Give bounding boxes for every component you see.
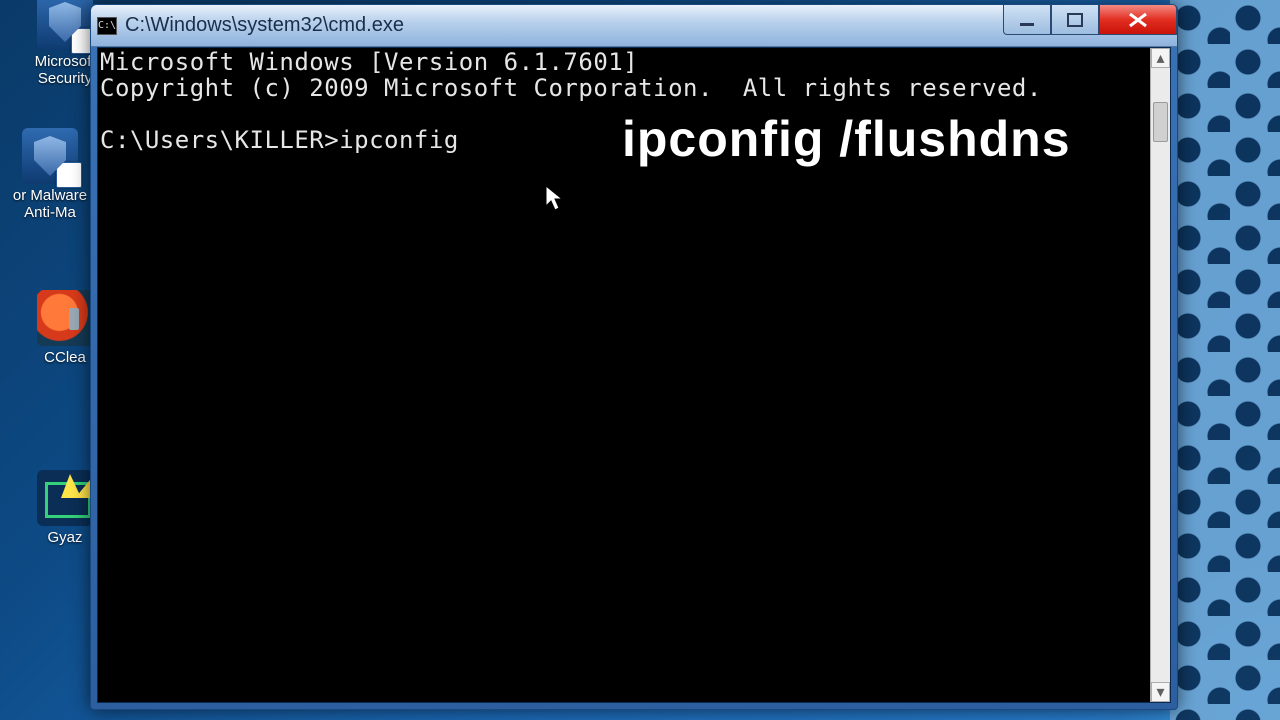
terminal[interactable]: Microsoft Windows [Version 6.1.7601] Cop… (98, 48, 1150, 702)
scroll-track[interactable] (1151, 68, 1170, 682)
minimize-button[interactable] (1003, 5, 1051, 35)
window-title: C:\Windows\system32\cmd.exe (125, 14, 404, 37)
scroll-thumb[interactable] (1153, 102, 1168, 142)
scroll-up-button[interactable]: ▴ (1151, 48, 1170, 68)
desktop-background: Microsoft Security or Malware Anti-Ma CC… (0, 0, 1280, 720)
terminal-command: ipconfig (339, 126, 459, 154)
desktop-pattern (1170, 0, 1280, 720)
vertical-scrollbar[interactable]: ▴ ▾ (1150, 48, 1170, 702)
titlebar[interactable]: C:\ C:\Windows\system32\cmd.exe (91, 5, 1177, 47)
shield-icon (37, 0, 93, 50)
terminal-prompt: C:\Users\KILLER> (100, 126, 339, 154)
chevron-down-icon: ▾ (1156, 682, 1164, 702)
gyazo-icon (37, 470, 93, 526)
window-controls (1003, 5, 1177, 35)
shield-icon (22, 128, 78, 184)
icon-label: or Malware (0, 188, 100, 205)
close-icon (1127, 12, 1149, 28)
overlay-caption: ipconfig /flushdns (622, 112, 1071, 166)
ccleaner-icon (37, 290, 93, 346)
close-button[interactable] (1099, 5, 1177, 35)
maximize-button[interactable] (1051, 5, 1099, 35)
appicon-glyph: C:\ (98, 21, 116, 31)
terminal-line: Copyright (c) 2009 Microsoft Corporation… (100, 74, 1042, 102)
terminal-line: Microsoft Windows [Version 6.1.7601] (100, 48, 638, 76)
icon-label: Anti-Ma (0, 205, 100, 222)
maximize-icon (1066, 13, 1084, 27)
chevron-up-icon: ▴ (1156, 48, 1164, 68)
scroll-down-button[interactable]: ▾ (1151, 682, 1170, 702)
client-area: Microsoft Windows [Version 6.1.7601] Cop… (97, 47, 1171, 703)
cmd-window[interactable]: C:\ C:\Windows\system32\cmd.exe Microso (90, 4, 1178, 710)
desktop-icon-antimalware[interactable]: or Malware Anti-Ma (0, 128, 100, 221)
minimize-icon (1018, 13, 1036, 27)
cmd-appicon: C:\ (97, 17, 117, 35)
